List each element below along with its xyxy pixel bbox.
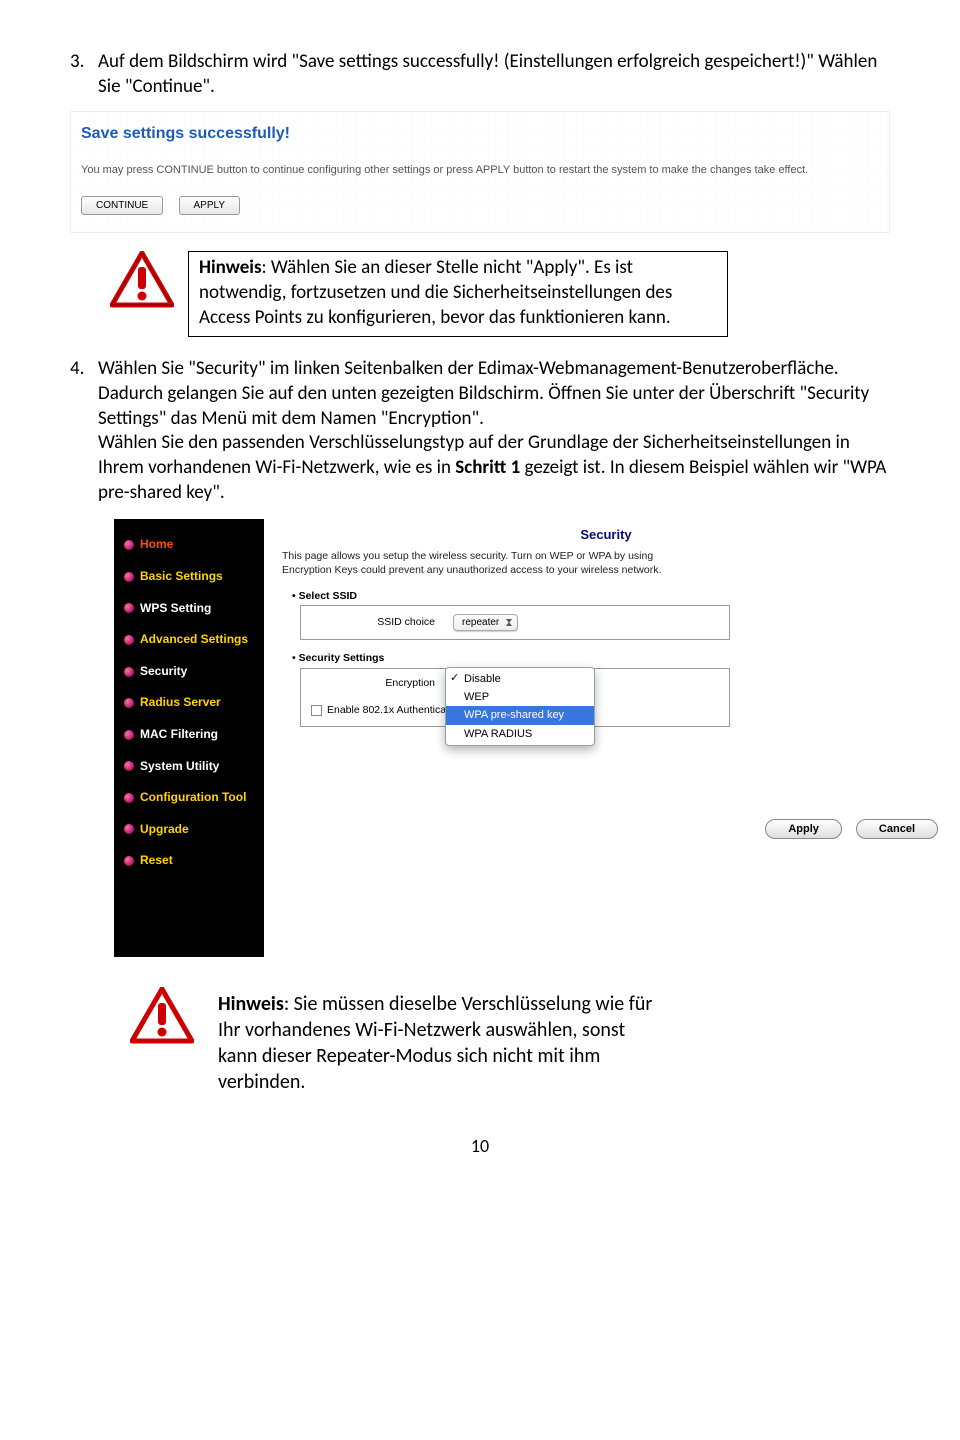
sidebar-item-label: Reset [140,853,173,869]
encryption-table: Encryption DisableWEPWPA pre-shared keyW… [300,668,730,727]
bullet-icon [124,603,134,613]
continue-button[interactable]: CONTINUE [81,196,163,215]
screenshot-security-page: Home Basic Settings WPS Setting Advanced Se… [114,519,944,957]
step-4-schritt: Schritt 1 [455,456,520,479]
ssid-select[interactable]: repeater [453,614,518,631]
cancel-button-security[interactable]: Cancel [856,819,938,839]
sidebar-item-reset[interactable]: Reset [122,845,256,877]
sidebar-item-label: Home [140,537,173,553]
apply-button[interactable]: APPLY [179,196,241,215]
select-ssid-label: Select SSID [292,590,930,604]
step-4-text-a: Wählen Sie "Security" im linken Seitenba… [98,357,869,429]
step-3-text: Auf dem Bildschirm wird "Save settings s… [98,50,890,99]
ssid-table: SSID choice repeater [300,605,730,640]
hinweis-1-box: Hinweis: Wählen Sie an dieser Stelle nic… [188,251,728,337]
encryption-option-wpa-pre-shared-key[interactable]: WPA pre-shared key [446,706,594,724]
sidebar-item-home[interactable]: Home [122,529,256,561]
sidebar-item-upgrade[interactable]: Upgrade [122,814,256,846]
hinweis-2: Hinweis: Sie müssen dieselbe Verschlüsse… [130,987,890,1101]
hinweis-2-text: : Sie müssen dieselbe Verschlüsselung wi… [218,992,652,1094]
sidebar-item-label: Radius Server [140,695,221,711]
hinweis-2-box: Hinweis: Sie müssen dieselbe Verschlüsse… [208,987,668,1101]
encryption-dropdown[interactable]: DisableWEPWPA pre-shared keyWPA RADIUS [445,667,595,746]
sidebar-item-label: WPS Setting [140,601,211,617]
hinweis-1: Hinweis: Wählen Sie an dieser Stelle nic… [110,251,890,337]
bullet-icon [124,793,134,803]
sidebar-item-configuration-tool[interactable]: Configuration Tool [122,782,256,814]
sidebar-item-label: Configuration Tool [140,790,246,806]
warning-icon [110,251,174,309]
sidebar-item-system-utility[interactable]: System Utility [122,751,256,783]
warning-icon [130,987,194,1045]
apply-button-security[interactable]: Apply [765,819,842,839]
bullet-icon [124,824,134,834]
enable-auth-label: Enable 802.1x Authentica [327,704,446,716]
encryption-label: Encryption [303,671,443,697]
sidebar-item-security[interactable]: Security [122,656,256,688]
save-settings-text: You may press CONTINUE button to continu… [81,163,879,177]
sidebar-item-label: MAC Filtering [140,727,218,743]
ssid-choice-label: SSID choice [303,608,443,637]
security-main: Security This page allows you setup the … [264,519,944,957]
bullet-icon [124,730,134,740]
bullet-icon [124,856,134,866]
save-settings-title: Save settings successfully! [81,124,879,145]
sidebar-item-mac-filtering[interactable]: MAC Filtering [122,719,256,751]
encryption-option-wep[interactable]: WEP [446,688,594,706]
sidebar-item-basic-settings[interactable]: Basic Settings [122,561,256,593]
sidebar-item-label: Upgrade [140,822,189,838]
bullet-icon [124,572,134,582]
bullet-icon [124,667,134,677]
sidebar-item-wps-setting[interactable]: WPS Setting [122,593,256,625]
security-settings-label: Security Settings [292,652,930,666]
encryption-option-disable[interactable]: Disable [446,670,594,688]
sidebar-item-label: Security [140,664,187,680]
sidebar: Home Basic Settings WPS Setting Advanced Se… [114,519,264,957]
screenshot-save-settings: Save settings successfully! You may pres… [70,111,890,233]
sidebar-item-label: Advanced Settings [140,632,248,648]
security-desc: This page allows you setup the wireless … [282,550,702,577]
bullet-icon [124,635,134,645]
bullet-icon [124,540,134,550]
sidebar-item-advanced-settings[interactable]: Advanced Settings [122,624,256,656]
step-3-number: 3. [70,50,98,99]
bullet-icon [124,761,134,771]
sidebar-item-radius-server[interactable]: Radius Server [122,687,256,719]
encryption-option-wpa-radius[interactable]: WPA RADIUS [446,725,594,743]
step-3: 3. Auf dem Bildschirm wird "Save setting… [70,50,890,99]
hinweis-2-label: Hinweis [218,992,284,1016]
step-4: 4. Wählen Sie "Security" im linken Seite… [70,357,890,505]
security-title: Security [282,527,930,544]
step-4-number: 4. [70,357,98,505]
hinweis-1-text: : Wählen Sie an dieser Stelle nicht "App… [199,256,672,328]
page-number: 10 [70,1135,890,1158]
sidebar-item-label: System Utility [140,759,219,775]
sidebar-item-label: Basic Settings [140,569,223,585]
hinweis-1-label: Hinweis [199,256,262,279]
enable-auth-checkbox[interactable] [311,705,322,716]
step-4-body: Wählen Sie "Security" im linken Seitenba… [98,357,890,505]
bullet-icon [124,698,134,708]
